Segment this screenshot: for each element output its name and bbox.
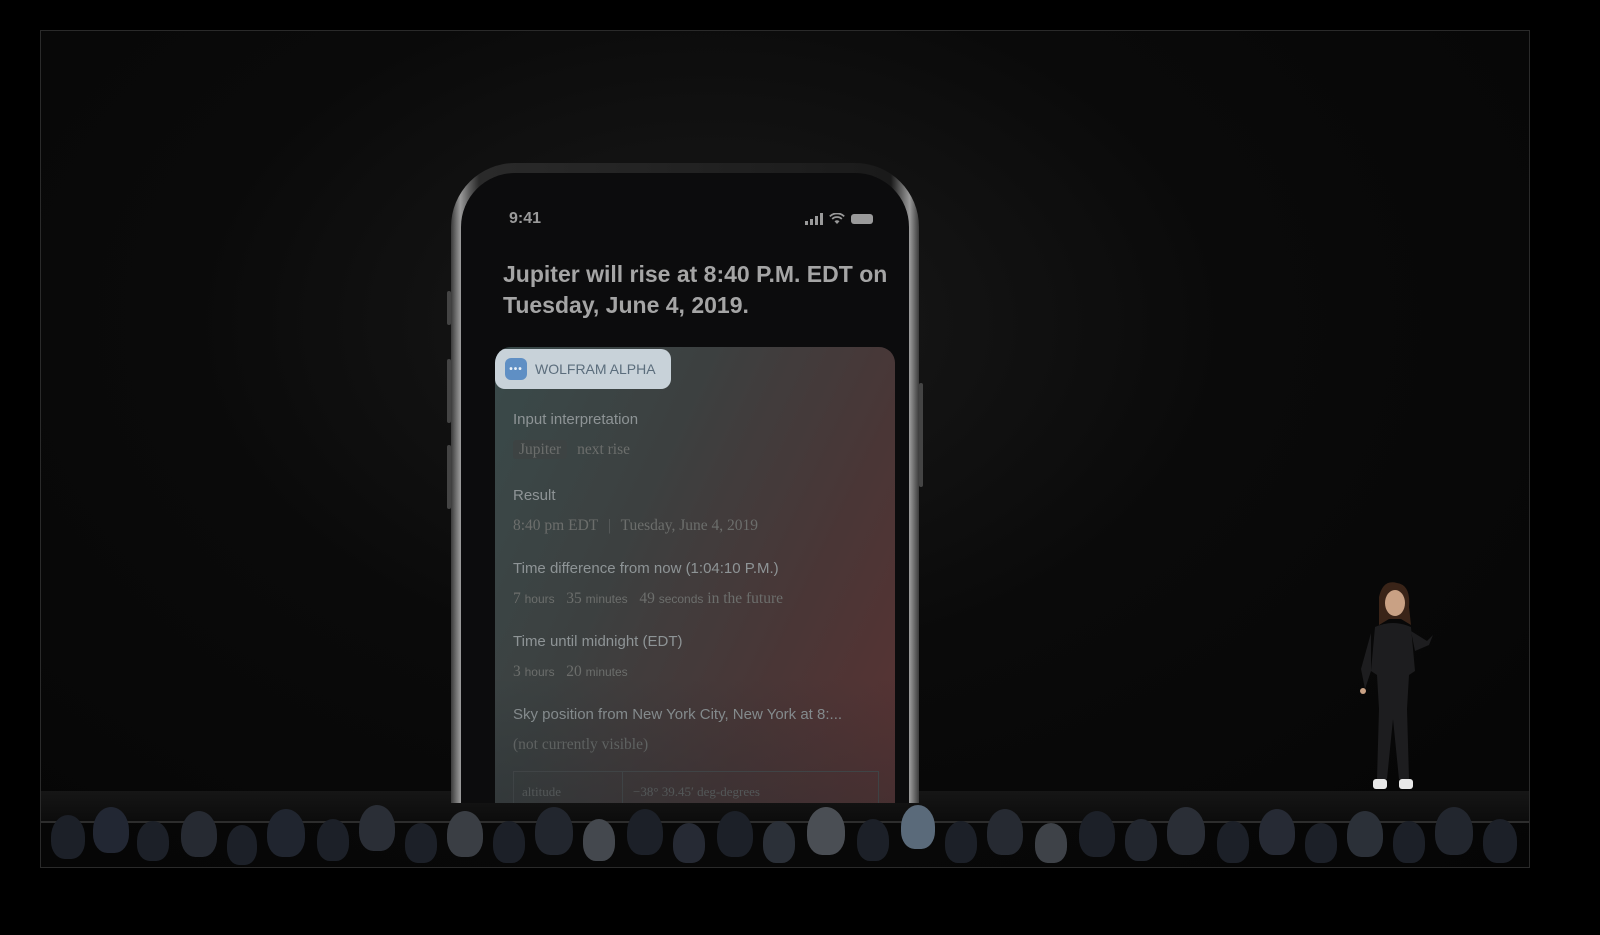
- phone-side-button: [919, 383, 923, 487]
- until-midnight-value: 3 hours 20 minutes: [513, 663, 628, 681]
- battery-icon: [851, 214, 873, 224]
- phone-volume-down: [447, 445, 451, 509]
- td-hours-unit: hours: [524, 592, 555, 606]
- iphone-mockup: 9:41 Jupiter will rise at 8:40 P.M. EDT …: [447, 163, 923, 803]
- video-frame: 9:41 Jupiter will rise at 8:40 P.M. EDT …: [40, 30, 1530, 868]
- audience: [41, 797, 1529, 867]
- phone-screen: 9:41 Jupiter will rise at 8:40 P.M. EDT …: [461, 173, 909, 803]
- wolfram-alpha-card[interactable]: ••• WOLFRAM ALPHA Input interpretation J…: [495, 347, 895, 803]
- status-icons: [805, 213, 873, 225]
- sky-position-value: (not currently visible): [513, 736, 649, 753]
- td-hours-value: 7: [513, 590, 521, 607]
- phone-volume-up: [447, 359, 451, 423]
- presenter-figure: [1360, 582, 1433, 789]
- cellular-signal-icon: [805, 213, 823, 225]
- td-suffix: in the future: [707, 590, 784, 607]
- input-tag: Jupiter: [513, 440, 568, 459]
- wolfram-alpha-icon: •••: [505, 358, 527, 380]
- wifi-icon: [829, 213, 845, 224]
- result-value: 8:40 pm EDT | Tuesday, June 4, 2019: [513, 517, 758, 535]
- um-hours-unit: hours: [524, 665, 555, 679]
- result-date: Tuesday, June 4, 2019: [620, 517, 759, 534]
- status-bar: 9:41: [509, 209, 873, 229]
- time-difference-label: Time difference from now (1:04:10 P.M.): [513, 560, 779, 577]
- sky-position-label: Sky position from New York City, New Yor…: [513, 706, 843, 723]
- time-difference-value: 7 hours 35 minutes 49 seconds in the fut…: [513, 590, 783, 608]
- until-midnight-label: Time until midnight (EDT): [513, 633, 683, 650]
- result-separator: |: [607, 517, 611, 534]
- siri-response-text: Jupiter will rise at 8:40 P.M. EDT on Tu…: [503, 261, 888, 318]
- result-label: Result: [513, 487, 556, 504]
- wolfram-alpha-source-pill[interactable]: ••• WOLFRAM ALPHA: [495, 349, 671, 389]
- input-interpretation-value: Jupiter next rise: [513, 440, 631, 459]
- um-hours-value: 3: [513, 663, 521, 680]
- um-minutes-unit: minutes: [585, 665, 628, 679]
- td-minutes-unit: minutes: [585, 592, 628, 606]
- status-time: 9:41: [509, 210, 542, 227]
- result-time: 8:40 pm EDT: [513, 517, 598, 534]
- td-minutes-value: 35: [566, 590, 582, 607]
- input-rest: next rise: [577, 441, 631, 458]
- phone-mute-switch: [447, 291, 451, 325]
- td-seconds-value: 49: [639, 590, 655, 607]
- um-minutes-value: 20: [566, 663, 582, 680]
- source-label: WOLFRAM ALPHA: [535, 361, 656, 377]
- input-interpretation-label: Input interpretation: [513, 411, 639, 428]
- td-seconds-unit: seconds: [658, 592, 704, 606]
